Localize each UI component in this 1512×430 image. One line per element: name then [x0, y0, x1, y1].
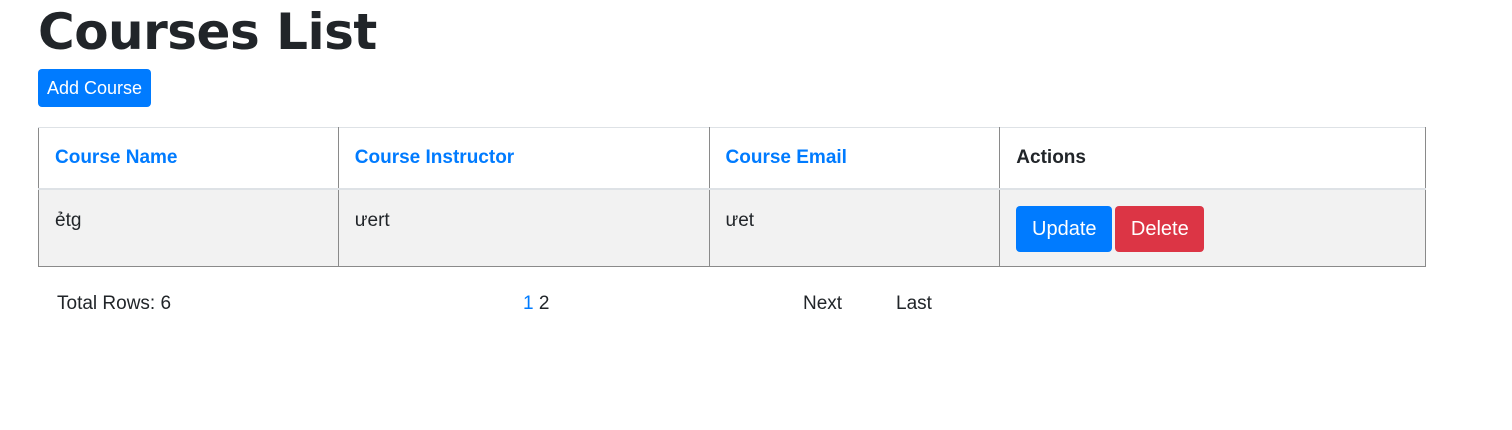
page-link-2[interactable]: 2 — [539, 293, 550, 314]
last-page-link[interactable]: Last — [896, 293, 932, 315]
cell-course-email: ưet — [708, 189, 1001, 267]
next-page-link[interactable]: Next — [803, 293, 842, 315]
column-header-actions: Actions — [999, 127, 1426, 190]
table-header-row: Course Name Course Instructor Course Ema… — [38, 127, 1426, 190]
table-body: ẻtg ưert ưet Update Delete — [38, 189, 1426, 267]
add-course-button[interactable]: Add Course — [38, 69, 151, 107]
table-row: ẻtg ưert ưet Update Delete — [38, 189, 1426, 267]
total-rows-label: Total Rows: 6 — [57, 293, 172, 314]
update-button[interactable]: Update — [1016, 206, 1113, 252]
pagination-bar: Total Rows: 6 1 2 Next Last — [0, 290, 1512, 320]
page-links: 1 2 — [523, 293, 549, 315]
table-header: Course Name Course Instructor Course Ema… — [38, 127, 1426, 190]
column-header-course-instructor[interactable]: Course Instructor — [337, 127, 710, 190]
delete-button[interactable]: Delete — [1115, 206, 1205, 252]
page-title: Courses List — [38, 3, 377, 61]
courses-table: Course Name Course Instructor Course Ema… — [38, 127, 1426, 267]
page-link-1[interactable]: 1 — [523, 293, 534, 314]
cell-actions: Update Delete — [999, 189, 1426, 267]
column-header-course-name[interactable]: Course Name — [38, 127, 339, 190]
courses-page: Courses List Add Course Course Name Cour… — [0, 0, 1512, 430]
cell-course-name: ẻtg — [38, 189, 339, 267]
cell-course-instructor: ưert — [337, 189, 710, 267]
column-header-course-email[interactable]: Course Email — [708, 127, 1001, 190]
